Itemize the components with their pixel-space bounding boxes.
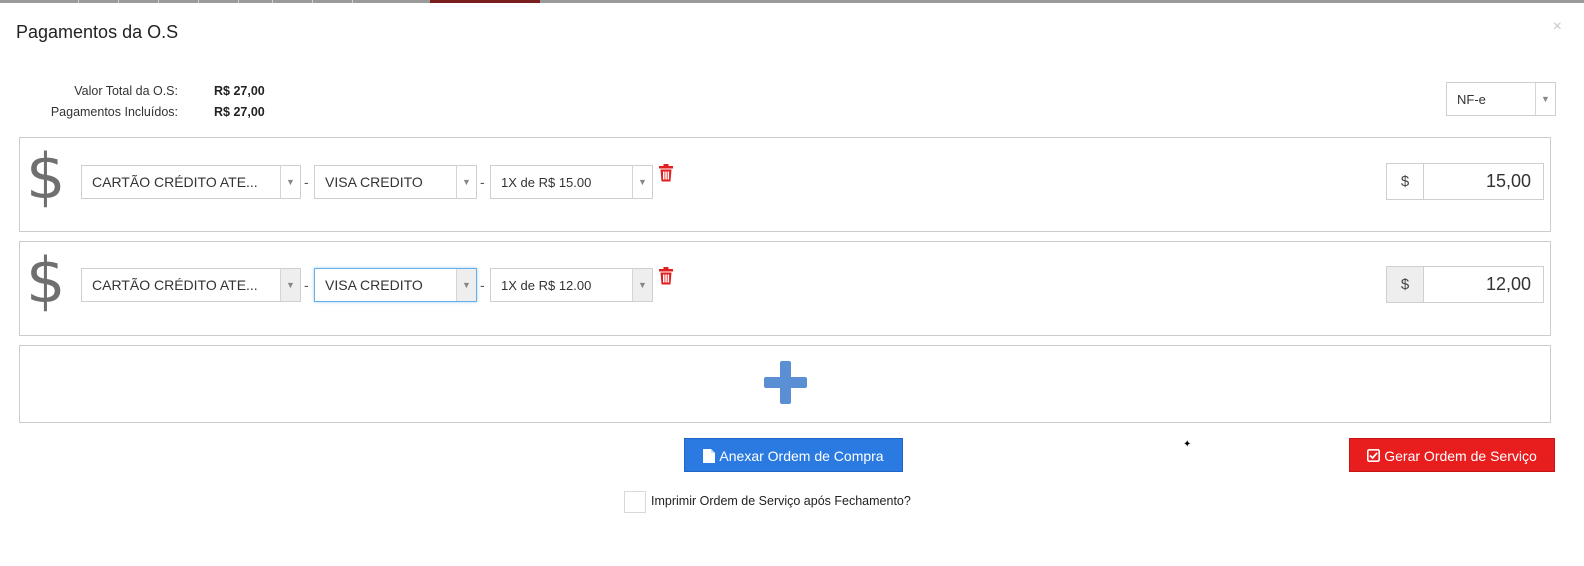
installments-value: 1X de R$ 15.00 bbox=[501, 175, 592, 190]
included-value: R$ 27,00 bbox=[214, 105, 265, 119]
installments-value: 1X de R$ 12.00 bbox=[501, 278, 592, 293]
top-strip-accent bbox=[430, 0, 540, 3]
card-brand-value: VISA CREDITO bbox=[325, 277, 423, 293]
generate-service-order-button[interactable]: Gerar Ordem de Serviço bbox=[1349, 438, 1555, 472]
payment-row: $ CARTÃO CRÉDITO ATE... ▼ - VISA CREDITO… bbox=[19, 137, 1551, 232]
dollar-icon: $ bbox=[26, 244, 66, 317]
dollar-icon: $ bbox=[26, 140, 66, 213]
chevron-down-icon: ▼ bbox=[456, 166, 476, 198]
top-strip-divider bbox=[118, 0, 119, 3]
chevron-down-icon: ▼ bbox=[1535, 83, 1555, 115]
payment-method-value: CARTÃO CRÉDITO ATE... bbox=[92, 174, 258, 190]
generate-service-order-label: Gerar Ordem de Serviço bbox=[1384, 448, 1537, 464]
top-strip-divider bbox=[312, 0, 313, 3]
top-strip-divider bbox=[352, 0, 353, 3]
file-icon bbox=[703, 448, 716, 463]
card-brand-value: VISA CREDITO bbox=[325, 174, 423, 190]
payment-row: $ CARTÃO CRÉDITO ATE... ▼ - VISA CREDITO… bbox=[19, 241, 1551, 336]
top-strip-divider bbox=[272, 0, 273, 3]
payment-method-select[interactable]: CARTÃO CRÉDITO ATE... ▼ bbox=[81, 165, 301, 199]
chevron-down-icon: ▼ bbox=[632, 269, 652, 301]
print-after-close-label: Imprimir Ordem de Serviço após Fechament… bbox=[651, 494, 911, 508]
installments-select[interactable]: 1X de R$ 15.00 ▼ bbox=[490, 165, 653, 199]
separator: - bbox=[480, 277, 485, 293]
trash-icon[interactable] bbox=[658, 267, 674, 285]
chevron-down-icon: ▼ bbox=[632, 166, 652, 198]
payment-method-value: CARTÃO CRÉDITO ATE... bbox=[92, 277, 258, 293]
chevron-down-icon: ▼ bbox=[456, 269, 476, 301]
currency-prefix: $ bbox=[1386, 266, 1424, 303]
summary-values: R$ 27,00 R$ 27,00 bbox=[214, 81, 265, 123]
currency-prefix: $ bbox=[1386, 163, 1424, 200]
chevron-down-icon: ▼ bbox=[280, 269, 300, 301]
mouse-cursor: ✦ bbox=[1183, 439, 1192, 450]
included-label: Pagamentos Incluídos: bbox=[50, 105, 178, 119]
top-strip bbox=[0, 0, 1584, 3]
amount-input[interactable]: 15,00 bbox=[1423, 163, 1544, 200]
print-after-close-checkbox[interactable] bbox=[624, 491, 646, 513]
plus-icon-vertical bbox=[780, 361, 791, 404]
top-strip-divider bbox=[198, 0, 199, 3]
chevron-down-icon: ▼ bbox=[280, 166, 300, 198]
amount-input[interactable]: 12,00 bbox=[1423, 266, 1544, 303]
trash-icon[interactable] bbox=[658, 164, 674, 182]
card-brand-select[interactable]: VISA CREDITO ▼ bbox=[314, 268, 477, 302]
separator: - bbox=[304, 174, 309, 190]
top-strip-divider bbox=[78, 0, 79, 3]
top-strip-divider bbox=[158, 0, 159, 3]
summary-labels: Valor Total da O.S: Pagamentos Incluídos… bbox=[20, 81, 178, 123]
modal-title: Pagamentos da O.S bbox=[16, 22, 179, 42]
payment-method-select[interactable]: CARTÃO CRÉDITO ATE... ▼ bbox=[81, 268, 301, 302]
top-strip-divider bbox=[238, 0, 239, 3]
attach-purchase-order-button[interactable]: Anexar Ordem de Compra bbox=[684, 438, 903, 472]
invoice-type-select[interactable]: NF-e ▼ bbox=[1446, 82, 1556, 116]
installments-select[interactable]: 1X de R$ 12.00 ▼ bbox=[490, 268, 653, 302]
total-value: R$ 27,00 bbox=[214, 84, 265, 98]
separator: - bbox=[480, 174, 485, 190]
close-icon[interactable]: × bbox=[1553, 18, 1562, 36]
check-square-icon bbox=[1367, 449, 1381, 463]
separator: - bbox=[304, 277, 309, 293]
invoice-type-value: NF-e bbox=[1457, 92, 1486, 107]
attach-purchase-order-label: Anexar Ordem de Compra bbox=[719, 448, 884, 464]
total-label: Valor Total da O.S: bbox=[74, 84, 178, 98]
card-brand-select[interactable]: VISA CREDITO ▼ bbox=[314, 165, 477, 199]
